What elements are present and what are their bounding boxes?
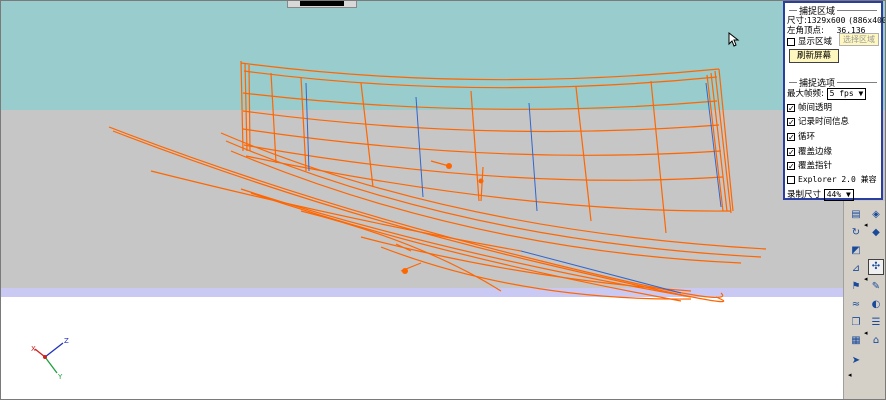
max-fps-select[interactable]: 5 fps ▼ [826, 87, 867, 100]
rotate-icon[interactable]: ↻ [848, 225, 864, 241]
copy-icon[interactable]: ❐ [848, 315, 864, 331]
option-label: Explorer 2.0 兼容 [798, 175, 877, 184]
right-toolbar: ▤ ◈ ↻ ◆ ◩ ⊿ ✣ ⚑ ✎ ≈ ◐ ❐ ☰ ▦ ⌂ ➤ ◂ ◂ ◂ ◂ [843, 201, 885, 399]
view-icon[interactable]: ▤ [848, 207, 864, 223]
option-label: 循环 [798, 132, 816, 142]
capture-settings-panel: 捕捉区域 尺寸:1329x600 (886x400) 左角顶点: 36,136 … [783, 1, 885, 201]
flag-icon[interactable]: ⚑ [848, 279, 864, 295]
option-checkbox[interactable] [787, 175, 795, 184]
option-row[interactable]: ✓ 覆盖边缘 [787, 145, 832, 157]
z-axis-line [44, 342, 64, 358]
axis-origin [43, 355, 47, 359]
mouse-pointer-icon [728, 32, 740, 47]
max-fps-label: 最大帧频: [787, 89, 824, 99]
cube-icon[interactable]: ◆ [868, 225, 884, 241]
option-label: 覆盖指针 [798, 161, 833, 171]
show-region-row[interactable]: 显示区域 [787, 35, 832, 47]
grid-icon[interactable]: ▦ [848, 333, 864, 349]
measure-icon[interactable]: ⊿ [848, 261, 864, 277]
toolbar-dropdown-arrow-icon[interactable]: ◂ [864, 275, 868, 283]
max-fps-row: 最大帧频: 5 fps ▼ [787, 87, 867, 100]
show-region-checkbox[interactable] [787, 37, 795, 46]
select-region-button[interactable]: 选择区域 [839, 33, 879, 46]
x-axis-label: X [31, 345, 36, 353]
option-label: 记录时间信息 [798, 117, 850, 127]
record-size-select[interactable]: 44% ▼ [823, 188, 854, 201]
boat-wireframe-model[interactable]: Z X Y [1, 1, 886, 400]
paint-icon[interactable]: ◐ [868, 297, 884, 313]
toolbar-dropdown-arrow-icon[interactable]: ◂ [848, 371, 852, 379]
option-row[interactable]: ✓ 覆盖指针 [787, 159, 832, 171]
option-checkbox[interactable]: ✓ [787, 161, 795, 170]
wave-icon[interactable]: ≈ [848, 297, 864, 313]
option-row[interactable]: ✓ 循环 [787, 130, 815, 142]
record-size-row: 录制尺寸 44% ▼ [787, 188, 854, 201]
layers-icon[interactable]: ◈ [868, 207, 884, 223]
option-row[interactable]: ✓ 帧间透明 [787, 101, 832, 113]
z-axis-label: Z [64, 337, 69, 345]
toolbar-dropdown-arrow-icon[interactable]: ◂ [864, 329, 868, 337]
y-axis-line [44, 356, 58, 374]
refresh-screen-button[interactable]: 刷新屏幕 [789, 49, 839, 63]
wireframe-lines [108, 60, 767, 303]
toolbar-dropdown-arrow-icon[interactable]: ◂ [864, 221, 868, 229]
select-point-icon[interactable]: ✣ [868, 259, 884, 275]
option-label: 覆盖边缘 [798, 147, 833, 157]
tag-icon[interactable]: ⌂ [868, 333, 884, 349]
arrow-icon[interactable]: ➤ [848, 353, 864, 369]
option-checkbox[interactable]: ✓ [787, 132, 795, 141]
option-checkbox[interactable]: ✓ [787, 117, 795, 126]
axis-gizmo: Z X Y [31, 337, 69, 381]
3d-viewport[interactable]: Z X Y ▤ ◈ ↻ ◆ ◩ ⊿ ✣ ⚑ ✎ ≈ ◐ ❐ ☰ ▦ ⌂ ➤ ◂ … [0, 0, 886, 400]
eraser-icon[interactable]: ◩ [848, 243, 864, 259]
option-row[interactable]: Explorer 2.0 兼容 [787, 174, 877, 185]
option-label: 帧间透明 [798, 103, 833, 113]
show-region-label: 显示区域 [798, 37, 833, 47]
pen-icon[interactable]: ✎ [868, 279, 884, 295]
option-checkbox[interactable]: ✓ [787, 147, 795, 156]
y-axis-label: Y [57, 373, 63, 381]
option-row[interactable]: ✓ 记录时间信息 [787, 115, 849, 127]
record-size-label: 录制尺寸 [787, 190, 822, 200]
option-checkbox[interactable]: ✓ [787, 103, 795, 112]
stack-icon[interactable]: ☰ [868, 315, 884, 331]
